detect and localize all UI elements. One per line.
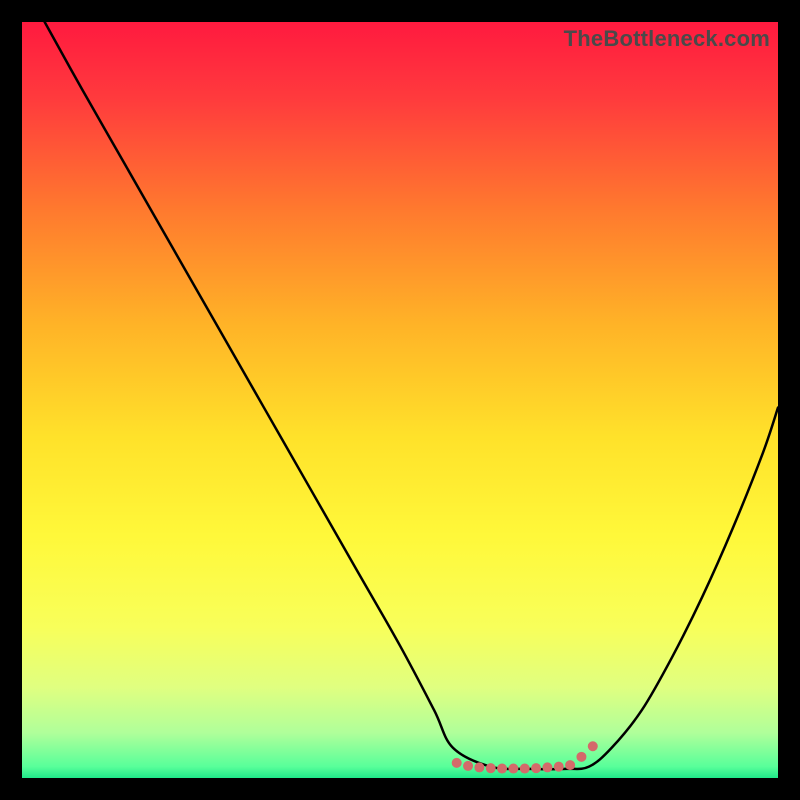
marker-dot (542, 762, 552, 772)
marker-dot (452, 758, 462, 768)
marker-dot (508, 764, 518, 774)
marker-dot (520, 764, 530, 774)
marker-dot (565, 760, 575, 770)
marker-dot (588, 741, 598, 751)
marker-dot (576, 752, 586, 762)
chart-canvas (22, 22, 778, 778)
chart-frame: TheBottleneck.com (0, 0, 800, 800)
watermark-label: TheBottleneck.com (564, 26, 770, 52)
plot-area: TheBottleneck.com (22, 22, 778, 778)
marker-dot (497, 764, 507, 774)
marker-dot (463, 761, 473, 771)
marker-dot (531, 763, 541, 773)
marker-dot (486, 763, 496, 773)
marker-dot (474, 762, 484, 772)
gradient-background (22, 22, 778, 778)
marker-dot (554, 762, 564, 772)
